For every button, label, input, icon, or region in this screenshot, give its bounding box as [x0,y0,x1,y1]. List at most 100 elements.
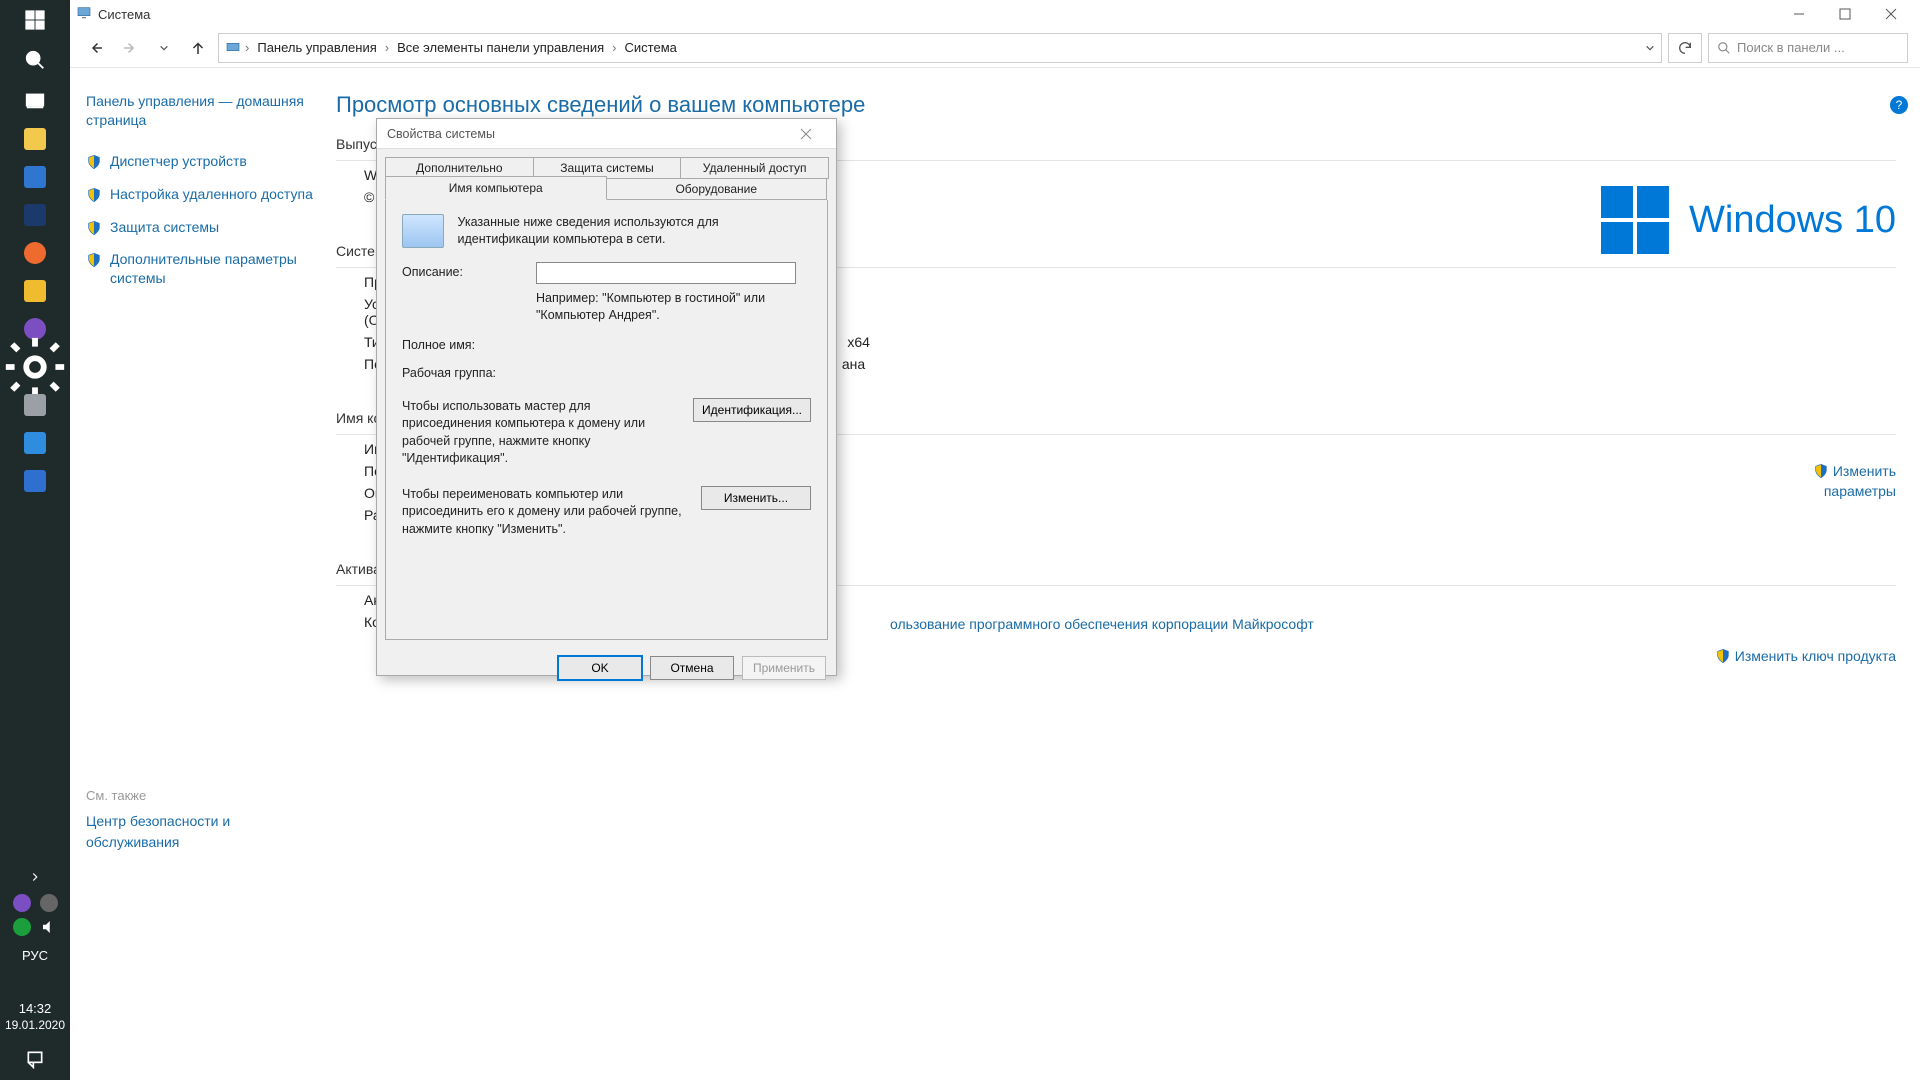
arrow-right-icon [121,39,139,57]
tab-hardware[interactable]: Оборудование [606,178,828,200]
sidebar-task-protection[interactable]: Защита системы [86,218,314,237]
search-icon [24,49,46,71]
chevron-right-icon [28,870,42,884]
nav-forward-button[interactable] [116,34,144,62]
tray-sound-icon[interactable] [40,918,58,939]
cancel-button[interactable]: Отмена [650,656,734,680]
workgroup-label: Рабочая группа: [402,366,811,380]
shield-icon [86,154,102,170]
nav-up-button[interactable] [184,34,212,62]
help-button[interactable]: ? [1890,96,1908,114]
description-hint: Например: "Компьютер в гостиной" или "Ко… [536,290,796,324]
tray-row-2 [0,915,70,942]
change-button[interactable]: Изменить... [701,486,811,510]
taskbar-app-devices[interactable] [0,386,70,424]
change-settings-link[interactable]: Изменить параметры [1813,463,1896,499]
taskbar-app-remote[interactable] [0,158,70,196]
taskbar-app-monitor[interactable] [0,424,70,462]
change-text: Чтобы переименовать компьютер или присое… [402,486,689,539]
licence-terms-link[interactable]: ользование программного обеспечения корп… [890,616,1314,632]
start-button[interactable] [0,0,70,40]
tab-computer-name[interactable]: Имя компьютера [385,176,607,200]
taskbar-app-firefox[interactable] [0,234,70,272]
full-name-label: Полное имя: [402,338,811,352]
taskbar-app-explorer[interactable] [0,120,70,158]
system-properties-dialog: Свойства системы Дополнительно Защита си… [376,118,837,676]
dialog-titlebar: Свойства системы [377,119,836,149]
arch-tail: x64 [847,334,870,350]
dialog-panel: Указанные ниже сведения используются для… [385,200,828,640]
sidebar: Панель управления — домашняя страница Ди… [70,68,330,1080]
taskview-button[interactable] [0,80,70,120]
sidebar-task-device-manager[interactable]: Диспетчер устройств [86,152,314,171]
window-body: Панель управления — домашняя страница Ди… [70,68,1920,1080]
tray-viber-icon[interactable] [13,894,31,912]
tab-remote[interactable]: Удаленный доступ [680,157,829,179]
taskbar-search-button[interactable] [0,40,70,80]
nav-back-button[interactable] [82,34,110,62]
windows-logo-text: Windows 10 [1689,199,1896,242]
description-field: Описание: [402,262,811,284]
dialog-close-button[interactable] [786,119,826,149]
close-icon [800,128,812,140]
nav-recent-button[interactable] [150,34,178,62]
sound-icon [40,918,58,936]
shield-icon [86,220,102,236]
apply-button[interactable]: Применить [742,656,826,680]
sidebar-home-link[interactable]: Панель управления — домашняя страница [86,92,314,130]
computer-small-icon [225,40,241,56]
taskbar-app-disk[interactable] [0,196,70,234]
dialog-button-row: OK Отмена Применить [377,648,836,688]
chevron-down-icon[interactable] [1645,43,1655,53]
change-settings-label-2: параметры [1824,483,1896,499]
maximize-button[interactable] [1822,0,1868,28]
clock-date[interactable]: 19.01.2020 [0,1018,70,1032]
windows-logo-tiles [1601,186,1669,254]
description-input[interactable] [536,262,796,284]
taskbar-app-generic[interactable] [0,462,70,500]
taskbar-app-settings[interactable] [0,348,70,386]
chevron-down-icon [159,43,169,53]
ok-button[interactable]: OK [558,656,642,680]
window-icon [76,5,92,24]
breadcrumb-2[interactable]: Система [621,40,681,55]
windows-logo: Windows 10 [1601,186,1896,254]
sidebar-task-advanced[interactable]: Дополнительные параметры системы [86,250,314,288]
breadcrumb-1[interactable]: Все элементы панели управления [393,40,608,55]
arrow-left-icon [87,39,105,57]
search-placeholder: Поиск в панели ... [1737,40,1845,55]
shield-icon [86,187,102,203]
sidebar-task-remote[interactable]: Настройка удаленного доступа [86,185,314,204]
sidebar-task-label: Дополнительные параметры системы [110,250,314,288]
navbar: › Панель управления › Все элементы панел… [70,28,1920,68]
arrow-up-icon [189,39,207,57]
tray-torrent-icon[interactable] [13,918,31,936]
clock-time[interactable]: 14:32 [0,1001,70,1016]
refresh-button[interactable] [1668,33,1702,63]
search-box[interactable]: Поиск в панели ... [1708,33,1908,63]
language-indicator[interactable]: РУС [0,948,70,963]
tray-row-1 [0,891,70,915]
see-also-security-link[interactable]: Центр безопасности и обслуживания [86,811,314,853]
change-product-key-label: Изменить ключ продукта [1735,648,1896,664]
dialog-intro: Указанные ниже сведения используются для… [457,214,787,248]
close-button[interactable] [1868,0,1914,28]
maximize-icon [1839,8,1851,20]
change-row: Чтобы переименовать компьютер или присое… [402,486,811,539]
tray-cloud-icon[interactable] [40,894,58,912]
breadcrumb-0[interactable]: Панель управления [253,40,380,55]
identify-button[interactable]: Идентификация... [693,398,811,422]
tray-overflow-button[interactable] [0,863,70,891]
taskbar-app-media[interactable] [0,272,70,310]
refresh-icon [1677,40,1693,56]
notifications-button[interactable] [0,1038,70,1080]
close-icon [1885,8,1897,20]
minimize-button[interactable] [1776,0,1822,28]
address-bar[interactable]: › Панель управления › Все элементы панел… [218,33,1662,63]
computer-icon [402,214,444,248]
change-product-key-link[interactable]: Изменить ключ продукта [1715,648,1896,664]
system-window: Система › Панель управления › Все элемен… [70,0,1920,1080]
window-title: Система [98,7,150,22]
computer-icon [76,5,92,21]
shield-icon [1715,648,1731,664]
